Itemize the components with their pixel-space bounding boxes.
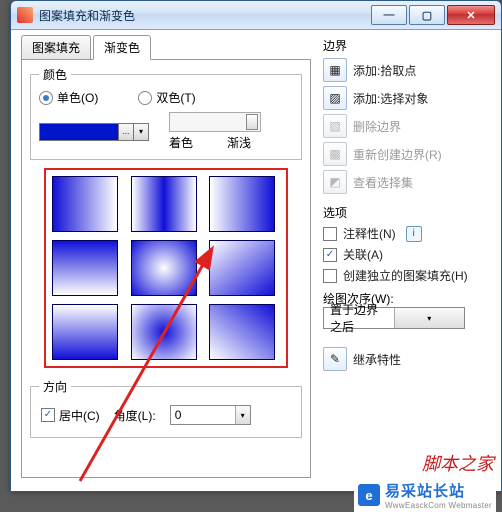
radio-single[interactable]: 单色(O): [39, 89, 98, 106]
footer-logo: e 易采站长站 WwwEasckCom Webmaster: [354, 478, 496, 512]
recreate-icon: ▩: [323, 142, 347, 166]
maximize-button[interactable]: ▢: [409, 5, 445, 25]
gradient-preset[interactable]: [52, 304, 118, 360]
radio-double[interactable]: 双色(T): [138, 89, 195, 106]
inherit-label: 继承特性: [353, 351, 401, 368]
option-annotative[interactable]: 注释性(N) i: [323, 225, 491, 242]
color-legend: 颜色: [39, 66, 71, 83]
gradient-preset[interactable]: [52, 240, 118, 296]
option-associative[interactable]: 关联(A): [323, 246, 491, 263]
angle-label: 角度(L):: [114, 407, 156, 424]
options-legend: 选项: [323, 204, 491, 221]
boundary-add-pick[interactable]: ▦ 添加:拾取点: [323, 58, 491, 82]
app-icon: [17, 7, 33, 23]
tab-hatch[interactable]: 图案填充: [21, 35, 91, 60]
inherit-button[interactable]: ✎ 继承特性: [323, 347, 491, 371]
direction-group: 方向 居中(C) 角度(L): ▾: [30, 378, 302, 438]
radiodot-icon: [138, 91, 152, 105]
gradient-preset[interactable]: [52, 176, 118, 232]
color-group: 颜色 单色(O) 双色(T): [30, 66, 302, 160]
checkbox-icon: [323, 248, 337, 262]
radio-double-label: 双色(T): [156, 89, 195, 106]
logo-icon: e: [358, 484, 380, 506]
center-label: 居中(C): [59, 407, 100, 424]
footer-brand: 易采站长站: [385, 480, 492, 501]
color-swatch[interactable]: ... ▾: [39, 123, 149, 141]
gradient-preset[interactable]: [131, 304, 197, 360]
option-label: 注释性(N): [343, 225, 396, 242]
radiodot-icon: [39, 91, 53, 105]
angle-spinner[interactable]: ▾: [170, 405, 251, 425]
draw-order-value: 置于边界之后: [324, 301, 394, 335]
gradient-preset[interactable]: [209, 304, 275, 360]
slider-left-label: 着色: [169, 134, 193, 151]
boundary-delete: ▧ 删除边界: [323, 114, 491, 138]
checkbox-icon: [323, 227, 337, 241]
window-title: 图案填充和渐变色: [39, 7, 371, 24]
option-independent[interactable]: 创建独立的图案填充(H): [323, 267, 491, 284]
slider-right-label: 渐浅: [227, 134, 251, 151]
chevron-down-icon[interactable]: ▾: [134, 123, 149, 141]
dialog-window: 图案填充和渐变色 — ▢ ✕ 图案填充 渐变色 颜色 单色(O): [10, 0, 502, 492]
boundary-label: 添加:拾取点: [353, 62, 416, 79]
swatch-dropdown-button[interactable]: ...: [119, 123, 134, 141]
option-label: 创建独立的图案填充(H): [343, 267, 468, 284]
boundary-label: 添加:选择对象: [353, 90, 428, 107]
add-select-icon: ▨: [323, 86, 347, 110]
gradient-preset[interactable]: [209, 176, 275, 232]
boundary-view: ◩ 查看选择集: [323, 170, 491, 194]
gradient-preset[interactable]: [209, 240, 275, 296]
left-panel: 颜色 单色(O) 双色(T): [21, 59, 311, 478]
check-icon: [41, 408, 55, 422]
center-checkbox[interactable]: 居中(C): [41, 407, 100, 424]
boundary-legend: 边界: [323, 37, 491, 54]
delete-icon: ▧: [323, 114, 347, 138]
add-pick-icon: ▦: [323, 58, 347, 82]
titlebar[interactable]: 图案填充和渐变色 — ▢ ✕: [11, 1, 501, 30]
inherit-icon: ✎: [323, 347, 347, 371]
gradient-preset-grid: [44, 168, 288, 368]
view-icon: ◩: [323, 170, 347, 194]
checkbox-icon: [323, 269, 337, 283]
footer-url: WwwEasckCom Webmaster: [385, 501, 492, 510]
boundary-recreate: ▩ 重新创建边界(R): [323, 142, 491, 166]
tab-gradient[interactable]: 渐变色: [93, 35, 151, 60]
gradient-preset[interactable]: [131, 176, 197, 232]
shade-slider[interactable]: [169, 112, 261, 132]
help-icon[interactable]: i: [406, 226, 422, 242]
gradient-preset[interactable]: [131, 240, 197, 296]
slider-thumb[interactable]: [246, 114, 258, 130]
option-label: 关联(A): [343, 246, 383, 263]
boundary-label: 删除边界: [353, 118, 401, 135]
chevron-down-icon[interactable]: ▾: [394, 308, 465, 328]
watermark-text: 脚本之家: [422, 450, 494, 476]
radio-single-label: 单色(O): [57, 89, 98, 106]
boundary-add-select[interactable]: ▨ 添加:选择对象: [323, 86, 491, 110]
minimize-button[interactable]: —: [371, 5, 407, 25]
chevron-down-icon[interactable]: ▾: [235, 406, 250, 424]
boundary-label: 重新创建边界(R): [353, 146, 442, 163]
angle-input[interactable]: [171, 407, 235, 423]
swatch-preview: [39, 123, 119, 141]
draw-order-select[interactable]: 置于边界之后 ▾: [323, 307, 465, 329]
close-button[interactable]: ✕: [447, 5, 495, 25]
direction-legend: 方向: [39, 378, 71, 395]
boundary-label: 查看选择集: [353, 174, 413, 191]
